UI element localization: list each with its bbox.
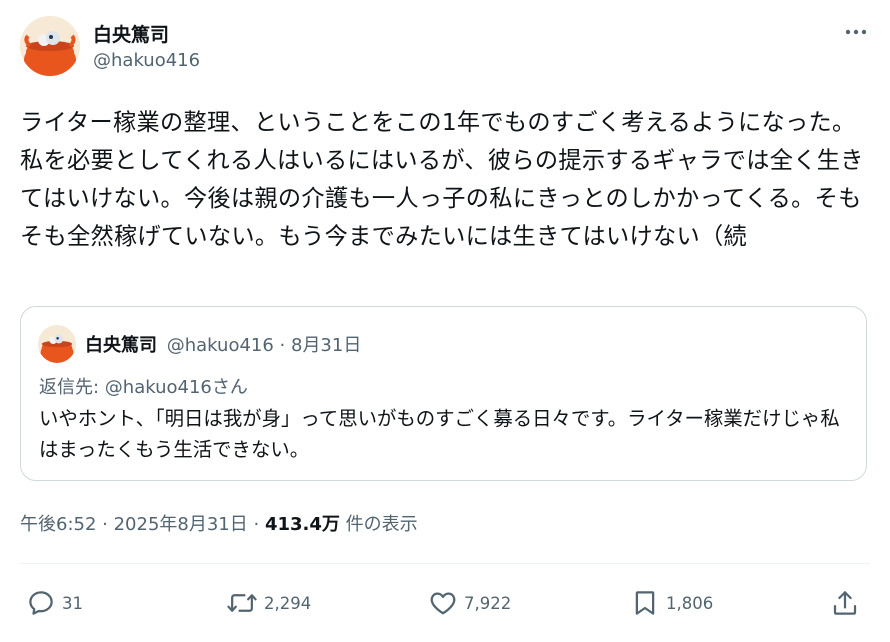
tweet-meta: 午後6:52 · 2025年8月31日 · 413.4万 件の表示 xyxy=(20,510,418,536)
reply-button[interactable]: 31 xyxy=(26,586,83,620)
heart-icon xyxy=(430,592,456,615)
more-options-button[interactable] xyxy=(842,18,870,46)
like-count: 7,922 xyxy=(464,593,512,613)
quoted-reply-to: 返信先: @hakuo416さん xyxy=(39,377,248,398)
quoted-tweet[interactable]: 白央篤司 @hakuo416 · 8月31日 返信先: @hakuo416さん … xyxy=(20,306,867,481)
quoted-author-avatar xyxy=(38,325,76,363)
like-button[interactable]: 7,922 xyxy=(428,586,511,620)
repost-count: 2,294 xyxy=(264,593,312,613)
share-icon xyxy=(833,591,857,615)
bookmark-count: 1,806 xyxy=(666,593,714,613)
views-count: 413.4万 xyxy=(264,514,340,535)
share-button[interactable] xyxy=(830,586,860,620)
repost-button[interactable]: 2,294 xyxy=(226,586,311,620)
bookmark-icon xyxy=(635,591,655,615)
author-display-name[interactable]: 白央篤司 xyxy=(93,20,169,47)
more-horizontal-icon xyxy=(845,29,867,35)
views-label: 件の表示 xyxy=(339,514,418,535)
quoted-author-display-name: 白央篤司 xyxy=(85,335,157,356)
author-handle[interactable]: @hakuo416 xyxy=(93,50,200,71)
avatar-image xyxy=(20,16,80,76)
reply-count: 31 xyxy=(62,593,83,613)
avatar-image xyxy=(38,325,76,363)
actions-divider xyxy=(20,563,870,564)
quoted-author-meta: @hakuo416 · 8月31日 xyxy=(166,335,362,356)
author-avatar[interactable] xyxy=(20,16,80,76)
bookmark-button[interactable]: 1,806 xyxy=(630,586,713,620)
quoted-tweet-header: 白央篤司 @hakuo416 · 8月31日 xyxy=(85,331,361,357)
repost-icon xyxy=(227,594,257,612)
reply-icon xyxy=(29,591,53,615)
tweet-text: ライター稼業の整理、ということをこの1年でものすごく考えるようになった。私を必要… xyxy=(20,109,864,250)
quoted-tweet-text: いやホント、「明日は我が身」って思いがものすごく募る日々です。ライター稼業だけじ… xyxy=(39,407,840,461)
tweet-detail: 白央篤司 @hakuo416 ライター稼業の整理、ということをこの1年でものすご… xyxy=(0,0,890,642)
meta-separator: · xyxy=(247,514,265,535)
tweet-timestamp[interactable]: 午後6:52 · 2025年8月31日 xyxy=(20,514,248,535)
